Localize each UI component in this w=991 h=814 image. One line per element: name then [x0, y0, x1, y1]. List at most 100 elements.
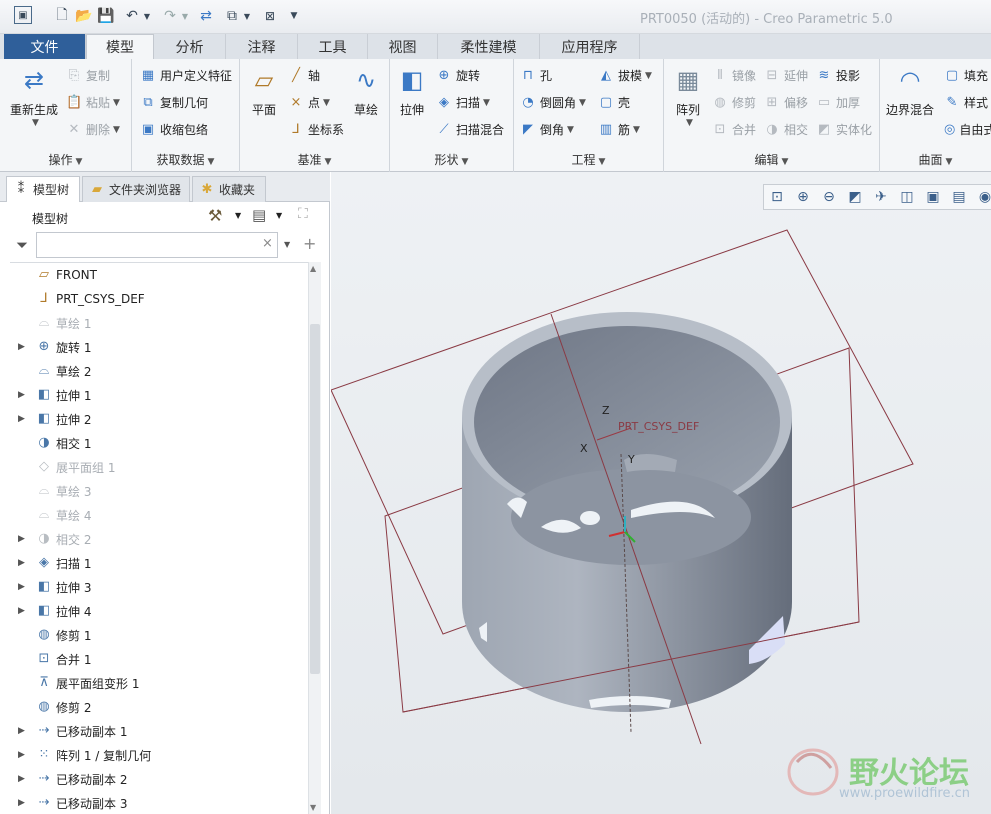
tree-search-input[interactable] — [36, 232, 278, 258]
tree-item-trim-2[interactable]: ◍ 修剪 2 — [10, 695, 310, 719]
style-button[interactable]: ✎ 样式 — [944, 94, 988, 111]
tree-item-flatten-deform-1[interactable]: ⊼ 展平面组变形 1 — [10, 671, 310, 695]
tree-item-extrude-4[interactable]: ▶ ◧ 拉伸 4 — [10, 599, 310, 623]
tree-filter-icon[interactable]: ⛶ — [298, 206, 308, 222]
round-button[interactable]: ◔ 倒圆角 ▼ — [520, 94, 586, 111]
expand-icon[interactable]: ▶ — [18, 534, 25, 544]
tree-item-sketch-4[interactable]: ⌓ 草绘 4 — [10, 503, 310, 527]
offset-button[interactable]: ⊞ 偏移 — [764, 94, 808, 111]
tree-item-extrude-3[interactable]: ▶ ◧ 拉伸 3 — [10, 575, 310, 599]
expand-icon[interactable]: ▶ — [18, 558, 25, 568]
group-get-data-label[interactable]: 获取数据 ▼ — [132, 151, 239, 168]
tree-item-sketch-1[interactable]: ⌓ 草绘 1 — [10, 311, 310, 335]
solidify-button[interactable]: ◩ 实体化 — [816, 121, 872, 138]
trim-button[interactable]: ◍ 修剪 — [712, 94, 756, 111]
expand-icon[interactable]: ▶ — [18, 750, 25, 760]
round-dropdown-icon[interactable]: ▼ — [579, 98, 586, 108]
expand-icon[interactable]: ▶ — [18, 798, 25, 808]
plane-button[interactable]: ▱ 平面 — [248, 65, 280, 118]
project-button[interactable]: ≋ 投影 — [816, 67, 860, 84]
hole-button[interactable]: ⊓ 孔 — [520, 67, 552, 84]
scroll-up-icon[interactable]: ▲ — [310, 264, 316, 273]
thicken-button[interactable]: ▭ 加厚 — [816, 94, 860, 111]
chamfer-dropdown-icon[interactable]: ▼ — [567, 125, 574, 135]
tab-file[interactable]: 文件 — [4, 34, 86, 59]
expand-icon[interactable]: ▶ — [18, 774, 25, 784]
rib-dropdown-icon[interactable]: ▼ — [633, 125, 640, 135]
csys-button[interactable]: ⅃ 坐标系 — [288, 121, 344, 138]
tab-annotate[interactable]: 注释 — [226, 34, 298, 59]
tree-item-sketch-2[interactable]: ⌓ 草绘 2 — [10, 359, 310, 383]
show-menu-icon[interactable]: ▤ — [252, 206, 266, 224]
tree-item-extrude-2[interactable]: ▶ ◧ 拉伸 2 — [10, 407, 310, 431]
expand-icon[interactable]: ▶ — [18, 582, 25, 592]
group-engineering-label[interactable]: 工程 ▼ — [514, 151, 663, 168]
tab-model-tree[interactable]: ⁑ 模型树 — [6, 176, 80, 202]
group-shapes-label[interactable]: 形状 ▼ — [390, 151, 513, 168]
windows-dropdown-icon[interactable]: ▼ — [242, 6, 252, 26]
windows-icon[interactable]: ⧉ — [222, 6, 242, 26]
shell-button[interactable]: ▢ 壳 — [598, 94, 630, 111]
graphics-viewport[interactable]: ⊡ ⊕ ⊖ ◩ ✈ ◫ ▣ ▤ ◉ Z X Y PRT_CSYS_DEF 野火论… — [331, 172, 991, 814]
settings-dropdown-icon[interactable]: ▼ — [235, 211, 241, 220]
tab-applications[interactable]: 应用程序 — [540, 34, 640, 59]
tab-favorites[interactable]: ✱ 收藏夹 — [192, 176, 266, 202]
save-icon[interactable]: 💾 — [96, 6, 116, 26]
tree-item-moved-copy-3[interactable]: ▶ ⇢ 已移动副本 3 — [10, 791, 310, 814]
expand-icon[interactable]: ▶ — [18, 606, 25, 616]
group-operations-label[interactable]: 操作 ▼ — [0, 151, 131, 168]
copy-button[interactable]: ⎘ 复制 — [66, 67, 110, 84]
intersect-button[interactable]: ◑ 相交 — [764, 121, 808, 138]
open-folder-icon[interactable]: 📂 — [74, 6, 94, 26]
undo-icon[interactable]: ↶ — [122, 6, 142, 26]
customize-toolbar-icon[interactable]: ▼ — [284, 6, 304, 26]
freestyle-button[interactable]: ◎ 自由式 — [944, 121, 991, 138]
app-menu-icon[interactable]: ▣ — [14, 6, 32, 24]
tab-model[interactable]: 模型 — [86, 34, 154, 59]
tree-scrollbar[interactable]: ▲ ▼ — [308, 262, 321, 814]
tab-tools[interactable]: 工具 — [298, 34, 368, 59]
tree-item-sketch-3[interactable]: ⌓ 草绘 3 — [10, 479, 310, 503]
paste-button[interactable]: 📋 粘贴 ▼ — [66, 94, 120, 111]
mirror-button[interactable]: ⫴ 镜像 — [712, 67, 756, 84]
tab-analysis[interactable]: 分析 — [154, 34, 226, 59]
tree-item-sweep-1[interactable]: ▶ ◈ 扫描 1 — [10, 551, 310, 575]
clear-search-icon[interactable]: × — [262, 236, 273, 251]
tree-item-front[interactable]: ▱ FRONT — [10, 263, 310, 287]
extend-button[interactable]: ⊟ 延伸 — [764, 67, 808, 84]
search-options-dropdown-icon[interactable]: ▼ — [284, 240, 290, 249]
group-datum-label[interactable]: 基准 ▼ — [240, 151, 389, 168]
revolve-button[interactable]: ⊕ 旋转 — [436, 67, 480, 84]
tree-item-intersect-1[interactable]: ◑ 相交 1 — [10, 431, 310, 455]
tree-item-moved-copy-1[interactable]: ▶ ⇢ 已移动副本 1 — [10, 719, 310, 743]
regenerate-dropdown-icon[interactable]: ▼ — [32, 118, 39, 128]
merge-button[interactable]: ⊡ 合并 — [712, 121, 756, 138]
udf-button[interactable]: ▦ 用户定义特征 — [140, 67, 232, 84]
tree-item-moved-copy-2[interactable]: ▶ ⇢ 已移动副本 2 — [10, 767, 310, 791]
tree-item-csys[interactable]: ⅃ PRT_CSYS_DEF — [10, 287, 310, 311]
show-dropdown-icon[interactable]: ▼ — [276, 211, 282, 220]
delete-dropdown-icon[interactable]: ▼ — [113, 125, 120, 135]
regenerate-quick-icon[interactable]: ⇄ — [196, 6, 216, 26]
axis-button[interactable]: ╱ 轴 — [288, 67, 320, 84]
group-editing-label[interactable]: 编辑 ▼ — [664, 151, 879, 168]
new-file-icon[interactable]: 🗋 — [52, 6, 72, 26]
pattern-button[interactable]: ▦ 阵列 ▼ — [672, 65, 704, 128]
draft-button[interactable]: ◭ 拔模 ▼ — [598, 67, 652, 84]
settings-tools-icon[interactable]: ⚒ — [208, 206, 222, 225]
draft-dropdown-icon[interactable]: ▼ — [645, 71, 652, 81]
tree-item-extrude-1[interactable]: ▶ ◧ 拉伸 1 — [10, 383, 310, 407]
swept-blend-button[interactable]: ⟋ 扫描混合 — [436, 121, 504, 138]
extrude-button[interactable]: ◧ 拉伸 — [396, 65, 428, 118]
tree-item-intersect-2[interactable]: ▶ ◑ 相交 2 — [10, 527, 310, 551]
add-filter-icon[interactable]: + — [303, 234, 316, 253]
tree-item-trim-1[interactable]: ◍ 修剪 1 — [10, 623, 310, 647]
close-window-icon[interactable]: ⊠ — [260, 6, 280, 26]
tree-item-pattern-1[interactable]: ▶ ⁙ 阵列 1 / 复制几何 — [10, 743, 310, 767]
group-surfaces-label[interactable]: 曲面 ▼ — [880, 151, 991, 168]
sweep-dropdown-icon[interactable]: ▼ — [483, 98, 490, 108]
point-button[interactable]: × 点 ▼ — [288, 94, 330, 111]
expand-icon[interactable]: ▶ — [18, 342, 25, 352]
pattern-dropdown-icon[interactable]: ▼ — [686, 118, 693, 128]
tab-flexible-modeling[interactable]: 柔性建模 — [438, 34, 540, 59]
